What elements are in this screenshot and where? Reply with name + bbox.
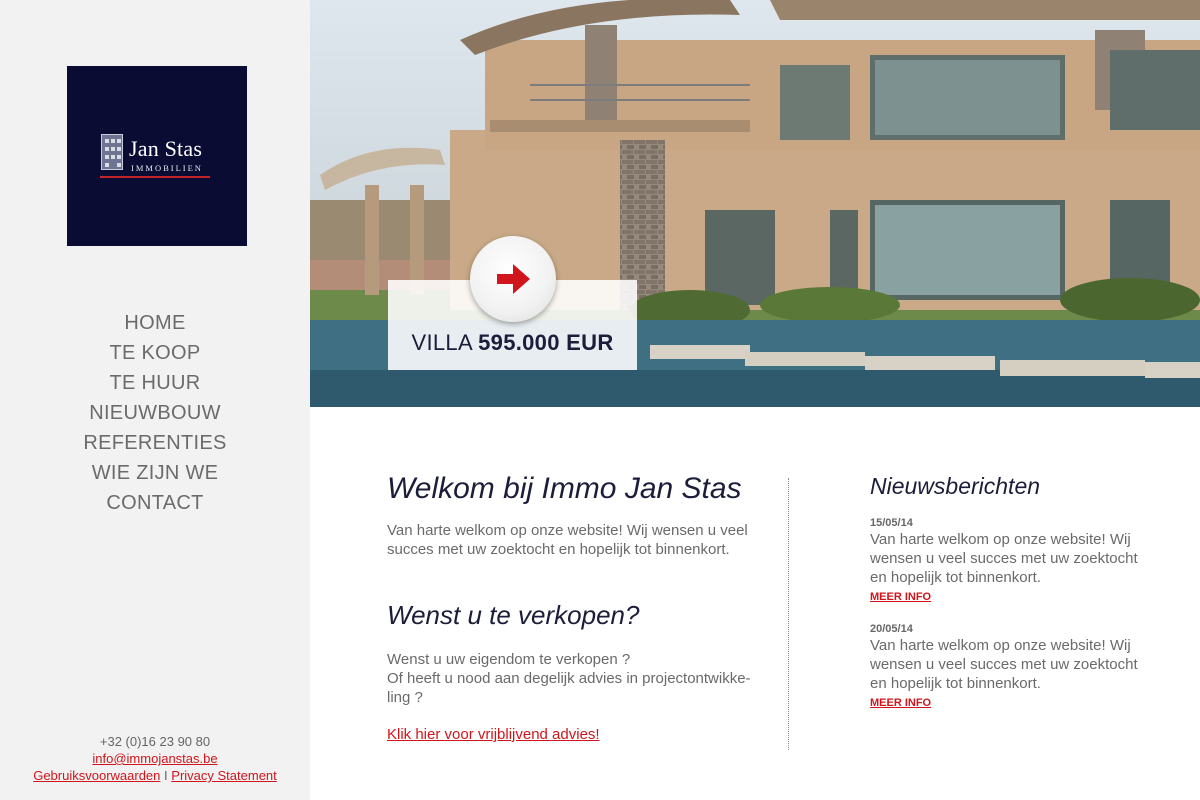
news-more-link[interactable]: MEER INFO <box>870 696 931 710</box>
arrow-right-icon <box>497 264 530 294</box>
sell-heading: Wenst u te verkopen? <box>387 600 640 630</box>
sell-text-line3: ling ? <box>387 689 423 706</box>
building-icon <box>101 134 123 170</box>
news-text: Van harte welkom op onze website! Wij we… <box>870 531 1138 586</box>
view-property-button[interactable] <box>470 236 556 322</box>
news-heading: Nieuwsberichten <box>870 473 1041 499</box>
logo-underline <box>100 176 210 178</box>
nav-item-home[interactable]: HOME <box>0 308 310 338</box>
phone-number: +32 (0)16 23 90 80 <box>99 734 211 749</box>
privacy-link[interactable]: Privacy Statement <box>171 768 277 783</box>
welcome-text: Van harte welkom op onze website! Wij we… <box>387 522 748 558</box>
nav-item-te-koop[interactable]: TE KOOP <box>0 338 310 368</box>
news-item: 15/05/14 Van harte welkom op onze websit… <box>870 516 1145 605</box>
news-date: 15/05/14 <box>870 517 913 529</box>
nav-item-te-huur[interactable]: TE HUUR <box>0 368 310 398</box>
logo-subtitle: IMMOBILIEN <box>131 163 203 173</box>
featured-property-label: VILLA 595.000 EUR <box>388 330 637 356</box>
news-more-link[interactable]: MEER INFO <box>870 590 931 604</box>
logo[interactable]: Jan Stas IMMOBILIEN <box>67 66 247 246</box>
main-nav: HOME TE KOOP TE HUUR NIEUWBOUW REFERENTI… <box>0 308 310 518</box>
sell-text-line1: Wenst u uw eigendom te verkopen ? <box>387 651 631 668</box>
terms-link[interactable]: Gebruiksvoorwaarden <box>33 768 160 783</box>
logo-name: Jan Stas <box>129 136 203 161</box>
nav-item-nieuwbouw[interactable]: NIEUWBOUW <box>0 398 310 428</box>
sidebar: Jan Stas IMMOBILIEN HOME TE KOOP TE HUUR… <box>0 0 310 800</box>
advice-link[interactable]: Klik hier voor vrijblijvend advies! <box>387 726 600 743</box>
sell-text-line2: Of heeft u nood aan degelijk advies in p… <box>387 670 751 687</box>
welcome-heading: Welkom bij Immo Jan Stas <box>387 472 742 505</box>
property-type: VILLA <box>411 330 472 355</box>
news-text: Van harte welkom op onze website! Wij we… <box>870 637 1138 692</box>
column-divider <box>788 478 789 750</box>
news-date: 20/05/14 <box>870 623 913 635</box>
nav-item-wie-zijn-we[interactable]: WIE ZIJN WE <box>0 458 310 488</box>
property-price: 595.000 EUR <box>478 330 614 355</box>
footer-separator: I <box>164 768 168 783</box>
email-link[interactable]: info@immojanstas.be <box>92 751 217 766</box>
contact-info: +32 (0)16 23 90 80 info@immojanstas.be G… <box>0 733 310 784</box>
sell-text: Wenst u uw eigendom te verkopen ? Of hee… <box>387 650 782 707</box>
nav-item-contact[interactable]: CONTACT <box>0 488 310 518</box>
news-item: 20/05/14 Van harte welkom op onze websit… <box>870 622 1145 711</box>
nav-item-referenties[interactable]: REFERENTIES <box>0 428 310 458</box>
